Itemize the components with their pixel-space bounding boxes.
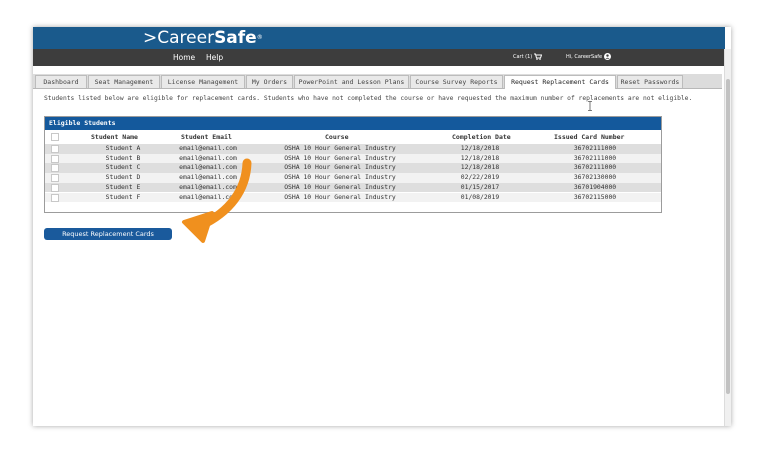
row-checkbox[interactable] bbox=[51, 164, 59, 173]
tab-powerpoint-lesson-plans[interactable]: PowerPoint and Lesson Plans bbox=[294, 75, 409, 88]
cell-completion-date: 12/18/2018 bbox=[460, 144, 500, 152]
col-student-email: Student Email bbox=[181, 133, 232, 141]
scrollbar-thumb[interactable] bbox=[726, 79, 730, 394]
tab-course-survey-reports[interactable]: Course Survey Reports bbox=[410, 75, 503, 88]
table-row[interactable]: Student F email@email.com OSHA 10 Hour G… bbox=[45, 192, 661, 203]
cell-course: OSHA 10 Hour General Industry bbox=[284, 153, 396, 162]
row-checkbox[interactable] bbox=[51, 154, 59, 163]
col-issued-card-number: Issued Card Number bbox=[554, 133, 625, 141]
cell-student-name: Student A bbox=[105, 144, 141, 152]
row-checkbox[interactable] bbox=[51, 193, 59, 202]
cell-course: OSHA 10 Hour General Industry bbox=[284, 192, 396, 201]
row-checkbox[interactable] bbox=[51, 174, 59, 183]
panel-header: Eligible Students bbox=[45, 117, 661, 130]
select-all-checkbox[interactable] bbox=[51, 133, 59, 141]
nav-home-link[interactable]: Home bbox=[173, 49, 195, 66]
cell-course: OSHA 10 Hour General Industry bbox=[284, 182, 396, 191]
tab-bar: Dashboard Seat Management License Manage… bbox=[33, 74, 722, 89]
logo-safe-text: Safe bbox=[214, 28, 257, 48]
cell-completion-date: 12/18/2018 bbox=[460, 163, 500, 172]
tab-my-orders[interactable]: My Orders bbox=[246, 75, 293, 88]
col-student-name: Student Name bbox=[91, 133, 138, 141]
scrollbar-track[interactable] bbox=[724, 49, 731, 426]
tab-license-management[interactable]: License Management bbox=[161, 75, 245, 88]
table-row[interactable]: Student A email@email.com OSHA 10 Hour G… bbox=[45, 144, 661, 154]
careersafe-logo[interactable]: >CareerSafe® bbox=[143, 27, 263, 49]
top-nav: Home Help Cart (1) Hi, CareerSafe bbox=[33, 49, 725, 66]
cell-completion-date: 02/22/2019 bbox=[460, 173, 500, 182]
tab-request-replacement-cards[interactable]: Request Replacement Cards bbox=[504, 75, 616, 89]
eligible-students-panel: Eligible Students Student Name Student E… bbox=[44, 116, 662, 213]
cell-student-name: Student D bbox=[105, 173, 141, 182]
user-menu[interactable]: Hi, CareerSafe bbox=[566, 49, 611, 66]
cell-student-email: email@email.com bbox=[179, 163, 237, 172]
cell-card-number: 36702111000 bbox=[573, 153, 617, 162]
cell-student-email: email@email.com bbox=[179, 173, 237, 182]
cell-student-email: email@email.com bbox=[179, 153, 237, 162]
table-row[interactable]: Student B email@email.com OSHA 10 Hour G… bbox=[45, 153, 661, 164]
cell-student-email: email@email.com bbox=[179, 144, 237, 152]
cart-label: Cart (1) bbox=[513, 54, 533, 60]
cell-card-number: 36702115000 bbox=[573, 192, 617, 201]
row-checkbox[interactable] bbox=[51, 183, 59, 192]
tab-reset-passwords[interactable]: Reset Passwords bbox=[617, 75, 683, 88]
user-greeting: Hi, CareerSafe bbox=[566, 54, 603, 60]
tab-dashboard[interactable]: Dashboard bbox=[35, 75, 87, 88]
cell-student-name: Student C bbox=[105, 163, 141, 172]
logo-trademark: ® bbox=[256, 34, 263, 41]
tab-seat-management[interactable]: Seat Management bbox=[88, 75, 160, 88]
cell-student-email: email@email.com bbox=[179, 192, 237, 201]
table-row[interactable]: Student D email@email.com OSHA 10 Hour G… bbox=[45, 173, 661, 183]
table-row[interactable]: Student E email@email.com OSHA 10 Hour G… bbox=[45, 182, 661, 193]
cell-student-name: Student E bbox=[105, 182, 141, 191]
cell-student-name: Student B bbox=[105, 153, 141, 162]
logo-career-text: Career bbox=[157, 28, 215, 48]
cart-link[interactable]: Cart (1) bbox=[513, 49, 543, 66]
text-cursor-icon bbox=[588, 101, 592, 111]
col-completion-date: Completion Date bbox=[452, 133, 511, 141]
cell-student-name: Student F bbox=[105, 192, 141, 201]
cell-card-number: 36702130000 bbox=[573, 173, 617, 182]
cell-completion-date: 01/08/2019 bbox=[460, 192, 500, 201]
panel-title: Eligible Students bbox=[49, 119, 116, 127]
brand-bar: >CareerSafe® bbox=[33, 27, 725, 49]
cell-course: OSHA 10 Hour General Industry bbox=[284, 144, 396, 152]
cell-course: OSHA 10 Hour General Industry bbox=[284, 163, 396, 172]
cell-card-number: 36702111000 bbox=[573, 144, 617, 152]
cell-completion-date: 12/18/2018 bbox=[460, 153, 500, 162]
table-row[interactable]: Student C email@email.com OSHA 10 Hour G… bbox=[45, 163, 661, 174]
col-course: Course bbox=[325, 133, 349, 141]
browser-frame: >CareerSafe® Home Help Cart (1) Hi, Care… bbox=[33, 27, 731, 426]
cell-student-email: email@email.com bbox=[179, 182, 237, 191]
row-checkbox[interactable] bbox=[51, 145, 59, 153]
nav-help-link[interactable]: Help bbox=[206, 49, 223, 66]
eligibility-notice: Students listed below are eligible for r… bbox=[44, 95, 693, 102]
cell-course: OSHA 10 Hour General Industry bbox=[284, 173, 396, 182]
user-icon bbox=[603, 53, 611, 60]
cart-icon bbox=[533, 53, 543, 60]
cell-card-number: 36701904000 bbox=[573, 182, 617, 191]
logo-chevron: > bbox=[143, 28, 158, 48]
cell-completion-date: 01/15/2017 bbox=[460, 182, 500, 191]
cell-card-number: 36702111000 bbox=[573, 163, 617, 172]
request-replacement-cards-button[interactable]: Request Replacement Cards bbox=[44, 228, 172, 240]
